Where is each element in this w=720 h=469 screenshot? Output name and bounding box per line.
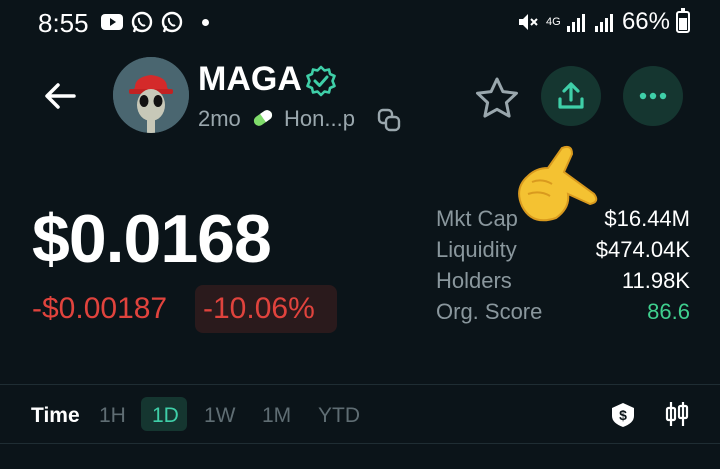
token-name: MAGA <box>198 60 302 98</box>
stat-row-org-score: Org. Score 86.6 <box>436 299 690 330</box>
battery-icon <box>676 8 690 33</box>
share-button[interactable] <box>541 66 601 126</box>
launchpad-name: Hon...p <box>284 106 355 131</box>
signal-icon <box>566 14 585 32</box>
more-dots-icon <box>639 92 667 100</box>
notification-dot <box>202 18 209 26</box>
svg-text:$: $ <box>619 407 627 423</box>
stat-row-holders: Holders 11.98K <box>436 268 690 299</box>
stat-label: Mkt Cap <box>436 206 518 231</box>
token-age: 2mo <box>198 106 241 131</box>
status-bar: 8:55 4G 66% <box>0 0 720 44</box>
tab-1m[interactable]: 1M <box>262 404 291 428</box>
token-avatar <box>113 57 189 133</box>
divider <box>0 384 720 385</box>
tab-1h[interactable]: 1H <box>99 404 126 428</box>
stat-value: $474.04K <box>595 237 690 262</box>
price-change-absolute: -$0.00187 <box>32 292 168 325</box>
youtube-icon <box>101 14 123 30</box>
system-icons: 4G 66% <box>516 8 690 36</box>
status-time: 8:55 <box>38 8 89 38</box>
stat-value: 86.6 <box>647 299 690 324</box>
battery-percentage: 66% <box>621 8 670 35</box>
token-stats: Mkt Cap $16.44M Liquidity $474.04K Holde… <box>436 206 690 330</box>
currency-toggle-icon[interactable]: $ <box>610 402 636 428</box>
copy-icon[interactable] <box>376 107 402 133</box>
signal-icon <box>594 14 613 32</box>
stat-value: 11.98K <box>621 268 690 293</box>
stat-value: $16.44M <box>604 206 690 231</box>
tab-1d[interactable]: 1D <box>152 404 179 428</box>
notification-icons <box>100 10 209 34</box>
divider <box>0 443 720 444</box>
tab-1w[interactable]: 1W <box>204 404 236 428</box>
whatsapp-icon <box>131 11 153 33</box>
whatsapp-icon <box>161 11 183 33</box>
share-icon <box>558 82 584 109</box>
stat-label: Org. Score <box>436 299 543 324</box>
more-options-button[interactable] <box>623 66 683 126</box>
price-change-percent: -10.06% <box>203 292 315 325</box>
pill-icon <box>253 110 273 126</box>
network-type: 4G <box>545 15 561 28</box>
timeframe-label: Time <box>31 404 80 427</box>
tab-ytd[interactable]: YTD <box>318 404 360 428</box>
stat-label: Holders <box>436 268 512 293</box>
stat-row-mkt-cap: Mkt Cap $16.44M <box>436 206 690 237</box>
back-arrow-icon[interactable] <box>42 80 78 112</box>
timeframe-tabs: Time 1H 1D 1W 1M YTD $ <box>0 386 720 442</box>
stat-label: Liquidity <box>436 237 517 262</box>
mute-icon <box>518 14 538 30</box>
stat-row-liquidity: Liquidity $474.04K <box>436 237 690 268</box>
current-price: $0.0168 <box>32 201 272 277</box>
candlestick-chart-icon[interactable] <box>663 400 691 428</box>
verified-badge-icon <box>306 65 336 97</box>
favorite-star-icon[interactable] <box>474 76 520 120</box>
